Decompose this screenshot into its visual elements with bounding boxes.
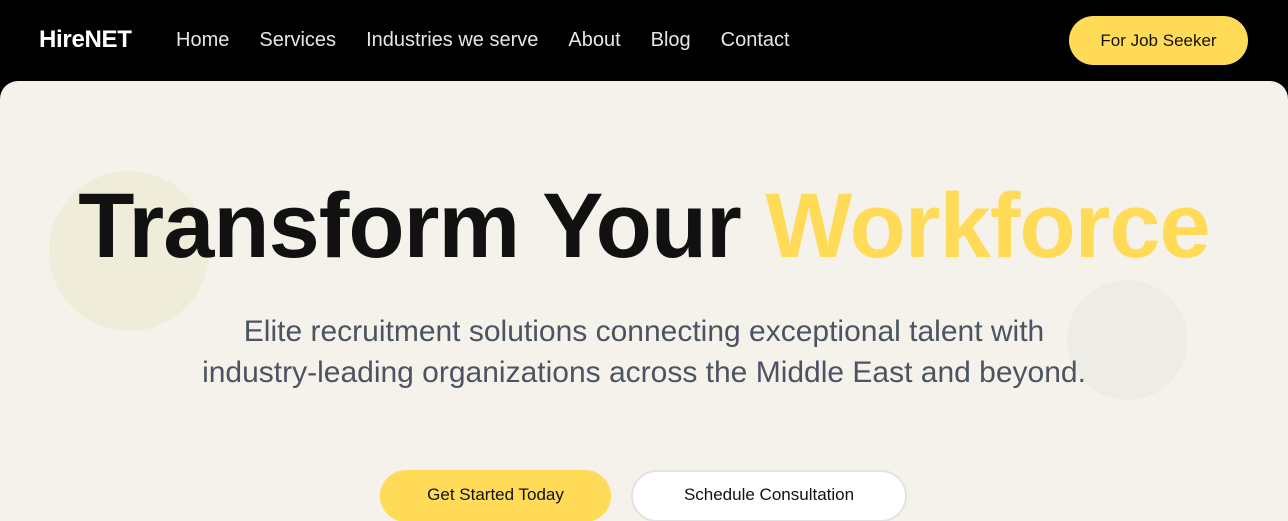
nav-link-home[interactable]: Home [176,29,229,51]
nav-link-industries[interactable]: Industries we serve [366,29,538,51]
nav-link-blog[interactable]: Blog [651,29,691,51]
headline-accent-text: Workforce [765,175,1210,277]
nav-link-about[interactable]: About [568,29,620,51]
brand-logo[interactable]: HireNET [39,26,132,54]
hero-headline: Transform Your Workforce [0,176,1288,276]
schedule-consultation-button[interactable]: Schedule Consultation [631,470,907,521]
job-seeker-button[interactable]: For Job Seeker [1069,16,1248,65]
subtitle-line-1: Elite recruitment solutions connecting e… [243,315,1045,348]
nav-link-contact[interactable]: Contact [721,29,790,51]
hero-subtitle: Elite recruitment solutions connecting e… [0,311,1288,393]
hero-section: Transform Your Workforce Elite recruitme… [0,81,1288,521]
main-nav: Home Services Industries we serve About … [176,29,790,51]
get-started-button[interactable]: Get Started Today [380,470,611,521]
headline-main-text: Transform Your [78,175,766,277]
nav-link-services[interactable]: Services [259,29,336,51]
subtitle-line-2: industry-leading organizations across th… [202,356,1086,389]
top-navbar: HireNET Home Services Industries we serv… [0,0,1288,81]
